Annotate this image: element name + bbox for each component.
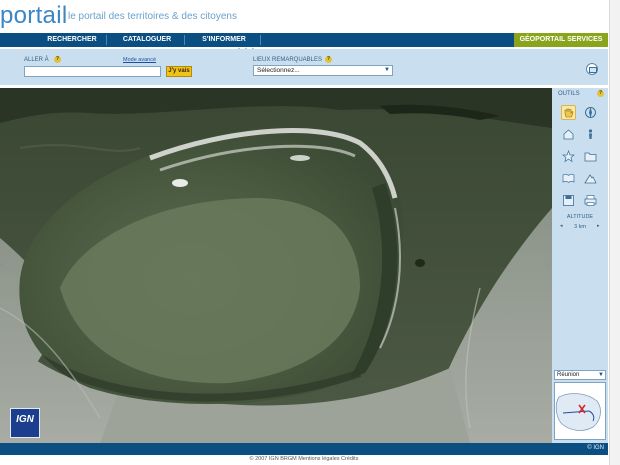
places-select[interactable]: Sélectionnez... ▼ [253,65,393,76]
site-logo[interactable]: portail [0,2,67,30]
ign-logo-text: IGN [16,414,34,425]
region-select-value: Réunion [557,372,580,378]
region-select[interactable]: Réunion ▼ [554,370,606,380]
tools-title: OUTILS [558,91,580,97]
left-panel-handle[interactable]: ‹ [0,262,4,272]
overview-minimap[interactable] [554,382,606,440]
nav-item-rechercher[interactable]: RECHERCHER [44,33,100,47]
goto-input[interactable] [24,66,161,77]
copyright-text[interactable]: © 2007 IGN BRGM Mentions légales Crédits [0,456,608,462]
nav-separator [260,35,261,45]
books-icon[interactable] [561,171,576,186]
places-label: LIEUX REMARQUABLES [253,57,323,63]
geoportail-page: portail le portail des territoires & des… [0,0,620,465]
map-status-bar: © IGN [0,443,608,455]
site-header: portail le portail des territoires & des… [0,0,620,32]
main-nav: RECHERCHER CATALOGUER S'INFORMER GÉOPORT… [0,33,608,47]
nav-item-services[interactable]: GÉOPORTAIL SERVICES [514,33,608,47]
nav-separator [184,35,185,45]
altitude-value: 3 km [574,224,586,230]
advanced-mode-link[interactable]: Mode avancé [123,57,156,63]
tools-help-icon[interactable]: ? [597,90,604,97]
chevron-down-icon: ▼ [384,67,390,73]
map-view[interactable] [0,88,552,443]
ign-credit: © IGN [587,445,604,451]
altitude-decrease-icon[interactable]: ◂ [560,223,563,229]
star-icon[interactable] [561,149,576,164]
save-icon[interactable] [561,193,576,208]
aerial-3d-imagery [0,88,552,443]
person-icon[interactable] [583,127,598,142]
folder-icon[interactable] [583,149,598,164]
mountain-icon[interactable] [583,171,598,186]
hand-icon[interactable] [561,105,576,120]
places-select-value: Sélectionnez... [257,67,300,74]
site-tagline: le portail des territoires & des citoyen… [68,11,237,22]
ign-logo: IGN [10,408,40,438]
goto-help-icon[interactable]: ? [54,56,61,63]
goto-label: ALLER À [24,57,49,63]
chevron-down-icon: ▼ [598,372,604,378]
print-icon[interactable] [583,193,598,208]
altitude-label: ALTITUDE [566,214,594,220]
altitude-increase-icon[interactable]: ▸ [597,223,600,229]
house-icon[interactable] [561,127,576,142]
goto-button[interactable]: J'y vais [166,66,192,77]
fullscreen-icon[interactable] [586,63,598,75]
nav-separator [106,35,107,45]
places-help-icon[interactable]: ? [325,56,332,63]
nav-item-cataloguer[interactable]: CATALOGUER [118,33,176,47]
nav-item-sinformer[interactable]: S'INFORMER [196,33,252,47]
compass-icon[interactable] [583,105,598,120]
page-scrollbar[interactable] [609,0,620,465]
